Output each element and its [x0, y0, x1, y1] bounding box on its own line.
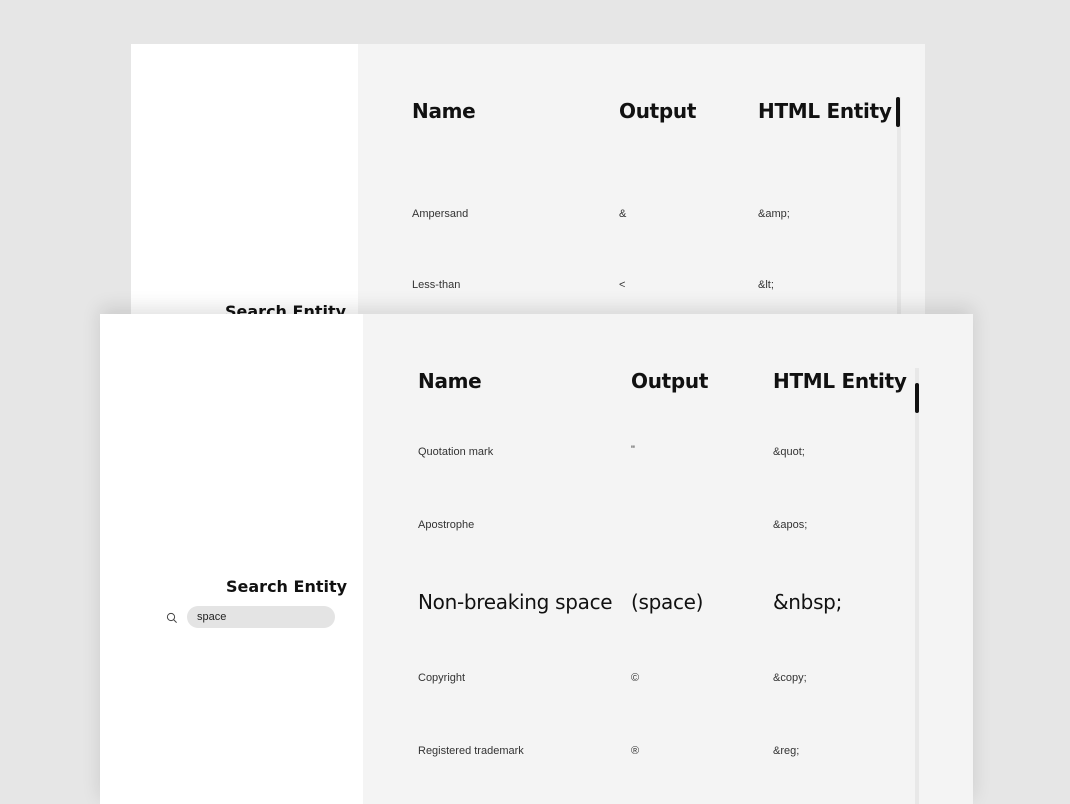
row-name: Registered trademark [418, 745, 524, 757]
row-name-highlighted: Non-breaking space [418, 590, 613, 614]
search-icon[interactable] [166, 612, 178, 624]
search-title: Search Entity [226, 577, 348, 596]
entity-table: Name Output HTML Entity Ampersand & &amp… [358, 44, 925, 314]
row-entity: &lt; [758, 279, 774, 291]
row-output: ® [631, 745, 640, 757]
row-name: Less-than [412, 279, 461, 291]
row-name: Quotation mark [418, 446, 494, 458]
row-name: Apostrophe [418, 519, 475, 531]
row-output: " [631, 444, 635, 456]
search-title: Search Entity [225, 302, 347, 314]
column-header-name: Name [412, 99, 476, 123]
column-header-entity: HTML Entity [758, 99, 892, 123]
entity-table: Name Output HTML Entity Quotation mark "… [363, 314, 973, 804]
row-entity: &quot; [773, 446, 805, 458]
column-header-output: Output [619, 99, 697, 123]
sidebar: Search Entity [100, 314, 363, 804]
column-header-entity: HTML Entity [773, 369, 907, 393]
row-entity-highlighted: &nbsp; [773, 590, 843, 614]
column-header-name: Name [418, 369, 482, 393]
row-output-highlighted: (space) [631, 590, 704, 614]
row-output: © [631, 672, 640, 684]
scrollbar-track[interactable] [897, 97, 901, 314]
front-window: Search Entity Name Output HTML Entity Qu… [100, 314, 973, 804]
scrollbar-thumb[interactable] [896, 97, 900, 127]
row-name: Copyright [418, 672, 466, 684]
row-output: < [619, 279, 626, 291]
sidebar: Search Entity [131, 44, 358, 314]
row-output: & [619, 208, 627, 220]
row-entity: &amp; [758, 208, 790, 220]
scrollbar-thumb[interactable] [915, 383, 919, 413]
scrollbar-track[interactable] [915, 368, 919, 804]
search-input[interactable] [187, 606, 335, 628]
row-entity: &apos; [773, 519, 808, 531]
row-name: Ampersand [412, 208, 469, 220]
row-entity: &reg; [773, 745, 800, 757]
back-window: Search Entity Name Output HTML Entity Am… [131, 44, 925, 314]
column-header-output: Output [631, 369, 709, 393]
row-entity: &copy; [773, 672, 807, 684]
